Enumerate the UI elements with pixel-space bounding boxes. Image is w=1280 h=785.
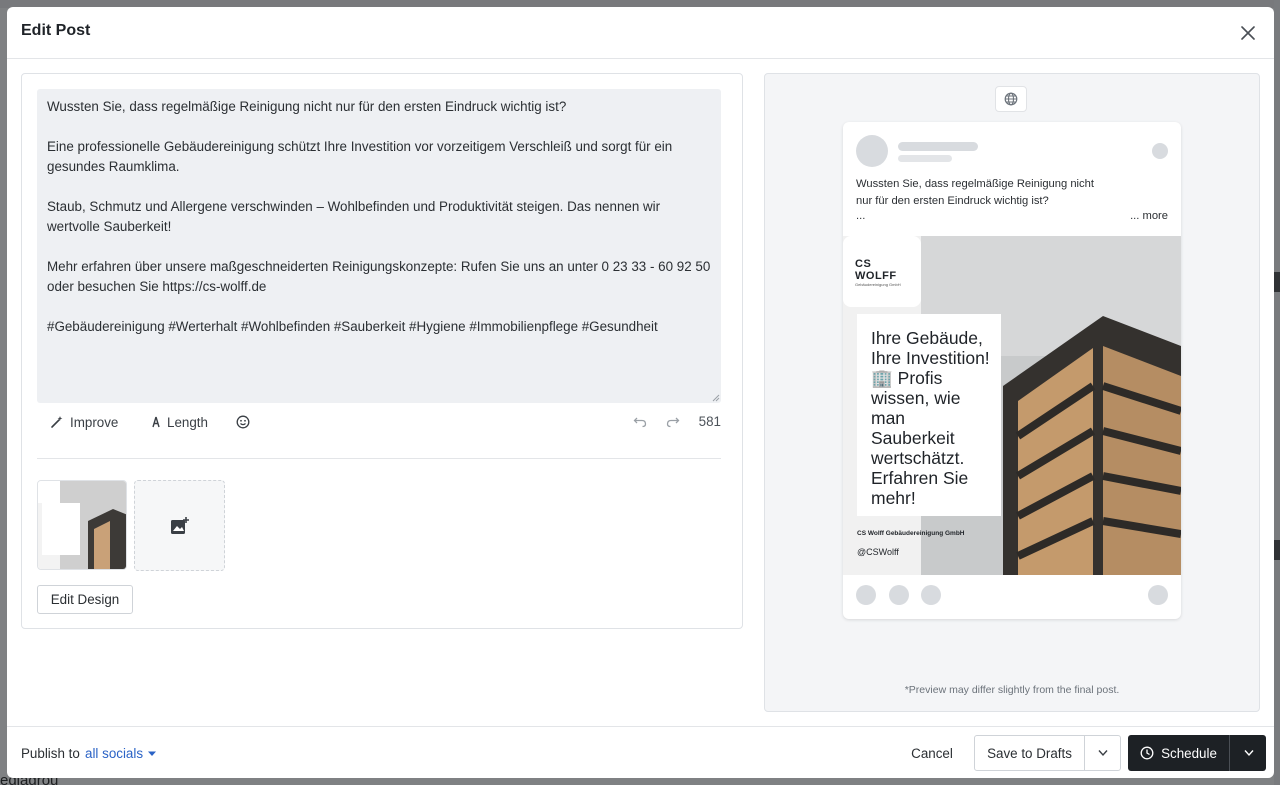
socials-value: all socials — [85, 746, 144, 761]
headline-line: Erfahren Sie — [871, 468, 969, 488]
handle-placeholder — [898, 155, 952, 162]
improve-label: Improve — [70, 414, 119, 430]
add-media-button[interactable] — [134, 480, 225, 571]
improve-button[interactable]: Improve — [50, 407, 118, 437]
reaction-placeholder — [1148, 585, 1168, 605]
socials-dropdown[interactable]: all socials — [85, 746, 157, 761]
thumbnail-image — [38, 481, 126, 569]
modal-header: Edit Post — [7, 7, 1274, 59]
redo-icon — [666, 417, 680, 428]
headline-line: wertschätzt. — [871, 448, 965, 468]
edit-design-button[interactable]: Edit Design — [37, 585, 133, 614]
schedule-label: Schedule — [1161, 745, 1217, 761]
edit-post-modal: Edit Post Wussten Sie, dass regelmäßige … — [7, 7, 1274, 778]
resize-grip-icon[interactable] — [712, 394, 720, 402]
clock-icon — [1140, 746, 1154, 760]
save-to-drafts-button[interactable]: Save to Drafts — [975, 736, 1085, 770]
reaction-placeholder — [921, 585, 941, 605]
post-preview-card: Wussten Sie, dass regelmäßige Reinigung … — [843, 122, 1181, 619]
length-icon — [152, 416, 160, 428]
logo-text: CS WOLFF — [855, 258, 897, 282]
media-thumbnail[interactable] — [37, 480, 127, 570]
reaction-placeholder — [856, 585, 876, 605]
name-placeholder — [898, 142, 978, 151]
redo-button[interactable] — [666, 407, 680, 437]
network-selector-button[interactable] — [995, 86, 1027, 112]
headline-line: Ihre Gebäude, — [871, 328, 983, 348]
close-icon — [1241, 26, 1255, 40]
preview-panel: Wussten Sie, dass regelmäßige Reinigung … — [764, 73, 1260, 712]
modal-footer: Publish to all socials Cancel Save to Dr… — [7, 726, 1274, 778]
image-headline: Ihre Gebäude, Ihre Investition! 🏢 Profis… — [871, 328, 1001, 508]
save-drafts-group: Save to Drafts — [974, 735, 1121, 771]
undo-button[interactable] — [633, 407, 647, 437]
preview-image: CS WOLFF Gebäudereinigung GmbH Ihre Gebä… — [843, 236, 1181, 575]
chevron-down-icon — [148, 751, 157, 756]
character-count: 581 — [698, 414, 721, 429]
schedule-options-button[interactable] — [1231, 735, 1266, 771]
image-handle: @CSWolff — [857, 547, 899, 557]
editor-divider — [37, 458, 721, 459]
length-button[interactable]: Length — [151, 407, 208, 437]
cancel-button[interactable]: Cancel — [897, 735, 967, 771]
image-company: CS Wolff Gebäudereinigung GmbH — [857, 530, 965, 537]
magic-wand-icon — [51, 416, 63, 428]
logo-subtext: Gebäudereinigung GmbH — [855, 282, 901, 287]
schedule-button[interactable]: Schedule — [1128, 735, 1230, 771]
preview-caption-line: Wussten Sie, dass regelmäßige Reinigung … — [856, 178, 1094, 190]
emoji-icon — [236, 415, 250, 429]
globe-icon — [1004, 92, 1018, 106]
emoji-button[interactable] — [236, 407, 250, 437]
headline-line: man — [871, 408, 906, 428]
modal-title: Edit Post — [21, 22, 91, 39]
undo-icon — [633, 417, 647, 428]
editor-panel: Wussten Sie, dass regelmäßige Reinigung … — [21, 73, 743, 629]
length-label: Length — [167, 414, 208, 430]
chevron-down-icon — [1243, 750, 1254, 757]
reaction-placeholder — [889, 585, 909, 605]
avatar-placeholder — [856, 135, 888, 167]
drafts-options-button[interactable] — [1086, 736, 1120, 770]
add-image-icon — [170, 516, 189, 534]
editor-toolbar: Improve Length 581 — [37, 407, 721, 437]
publish-to-label: Publish to — [21, 746, 80, 761]
see-more-link[interactable]: ... more — [1130, 210, 1168, 222]
preview-caption: Wussten Sie, dass regelmäßige Reinigung … — [856, 176, 1116, 210]
menu-placeholder — [1152, 143, 1168, 159]
chevron-down-icon — [1098, 750, 1108, 757]
preview-caption-ellipsis: ... — [856, 210, 866, 222]
headline-line: wissen, wie — [871, 388, 961, 408]
headline-line: 🏢 Profis — [871, 368, 943, 388]
preview-disclaimer: *Preview may differ slightly from the fi… — [904, 684, 1120, 696]
headline-line: Ihre Investition! — [871, 348, 990, 368]
headline-line: mehr! — [871, 488, 916, 508]
close-button[interactable] — [1236, 21, 1260, 45]
post-text-input[interactable]: Wussten Sie, dass regelmäßige Reinigung … — [37, 89, 721, 403]
preview-caption-line: nur für den ersten Eindruck wichtig ist? — [856, 195, 1049, 207]
headline-line: Sauberkeit — [871, 428, 955, 448]
schedule-group: Schedule — [1128, 735, 1266, 771]
logo: CS WOLFF Gebäudereinigung GmbH — [855, 258, 907, 287]
